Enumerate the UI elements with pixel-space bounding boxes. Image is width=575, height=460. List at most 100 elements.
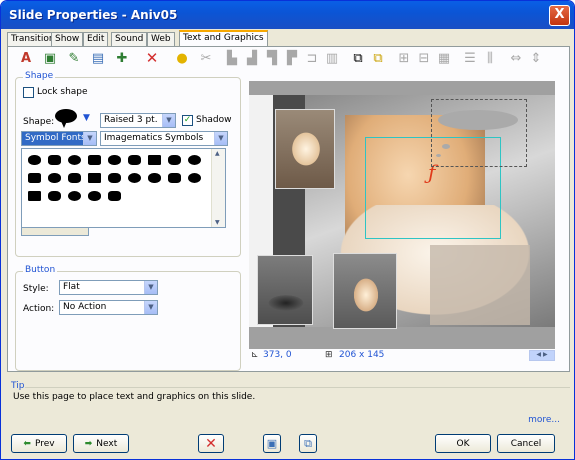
shape-option[interactable] [48,173,61,183]
scroll-down-icon[interactable]: ▼ [215,219,220,226]
shape-option[interactable] [188,173,201,183]
add-wand-icon[interactable]: ✎ [65,49,83,67]
shape-option[interactable] [188,155,201,165]
shape-label: Shape: [23,117,55,127]
close-button[interactable]: X [549,5,570,26]
shape-option[interactable] [108,173,121,183]
shape-option[interactable] [28,155,41,165]
group-icon[interactable]: ⊞ [395,49,413,67]
align-right-icon[interactable]: ▜ [263,49,281,67]
shape-picker[interactable]: ▼ [55,109,97,131]
ok-button[interactable]: OK [435,434,491,453]
delete-slide-button[interactable]: ✕ [198,434,224,453]
shape-option[interactable] [68,191,81,201]
add-frame-icon[interactable]: ▤ [89,49,107,67]
slide-preview-icon: ▣ [266,437,278,450]
align-top-icon[interactable]: ▛ [283,49,301,67]
flip-horizontal-icon[interactable]: ⇔ [507,49,525,67]
tip-legend: Tip [11,381,25,391]
border-style-select[interactable]: Raised 3 pt. ▼ [100,113,176,128]
shape-option[interactable] [68,155,81,165]
tab-edit[interactable]: Edit [83,32,109,46]
kitten-photo-bottom[interactable] [333,253,397,329]
align-bottom-icon[interactable]: ▥ [323,49,341,67]
lock-shape-label: Lock shape [37,87,88,97]
tip-text: Use this page to place text and graphics… [13,392,256,402]
shape-option[interactable] [108,191,121,201]
size-icon: ⊞ [325,350,333,360]
shape-option[interactable] [168,155,181,165]
add-image-icon[interactable]: ▣ [41,49,59,67]
add-text-icon[interactable]: A [17,49,35,67]
tab-show[interactable]: Show [51,32,84,46]
style-label: Style: [23,284,49,294]
graphics-toolbar: A ▣ ✎ ▤ ✚ ✕ ● ✂ ▙ ▟ ▜ ▛ ⊐ ▥ ⧉ ⧉ ⊞ ⊟ ▦ ☰ … [13,49,563,71]
cut-icon[interactable]: ✂ [197,49,215,67]
next-button[interactable]: ➡ Next [73,434,129,453]
delete-icon: ✕ [205,435,217,452]
shape-option[interactable] [48,191,61,201]
space-horizontal-icon[interactable]: ☰ [461,49,479,67]
arrow-left-icon: ⬅ [23,438,31,449]
align-middle-icon[interactable]: ⊐ [303,49,321,67]
lock-shape-checkbox[interactable] [23,87,34,98]
shape-option[interactable] [28,191,41,201]
highlight-icon[interactable]: ● [173,49,191,67]
shape-option[interactable] [88,191,101,201]
more-link[interactable]: more... [528,415,560,425]
tab-sound[interactable]: Sound [111,32,148,46]
cancel-button[interactable]: Cancel [497,434,555,453]
cat-photo-left[interactable] [257,255,313,325]
next-label: Next [96,438,118,449]
delete-icon[interactable]: ✕ [143,49,161,67]
shape-option[interactable] [68,173,81,183]
shape-gallery-resize-handle[interactable] [21,228,89,236]
tab-web[interactable]: Web [147,32,175,46]
button-style-value: Flat [63,282,80,292]
button-style-select[interactable]: Flat ▼ [59,280,158,295]
slide-settings-button[interactable]: ⧉ [299,434,317,453]
button-action-value: No Action [63,302,107,312]
shape-option[interactable] [128,173,141,183]
scroll-up-icon[interactable]: ▲ [215,150,220,157]
flip-vertical-icon[interactable]: ⇕ [527,49,545,67]
action-label: Action: [23,304,55,314]
canvas-scroll-buttons[interactable]: ◀ ▶ [529,350,555,361]
prev-button[interactable]: ⬅ Prev [11,434,67,453]
align-left-icon[interactable]: ▙ [223,49,241,67]
shape-option[interactable] [28,173,41,183]
shadow-checkbox[interactable]: ✓ [182,115,193,126]
shape-option[interactable] [148,155,161,165]
shape-option[interactable] [108,155,121,165]
chevron-down-icon: ▼ [144,281,157,294]
layer-icon[interactable]: ▦ [435,49,453,67]
font-category-select[interactable]: Symbol Fonts ▼ [21,131,97,146]
shape-option[interactable] [148,173,161,183]
slide-canvas[interactable]: ƒ [249,81,555,349]
ungroup-icon[interactable]: ⊟ [415,49,433,67]
shape-option[interactable] [48,155,61,165]
shadow-label: Shadow [196,115,232,125]
font-name-select[interactable]: Imagematics Symbols ▼ [100,131,228,146]
button-action-select[interactable]: No Action ▼ [59,300,158,315]
border-style-value: Raised 3 pt. [104,115,158,125]
button-group-legend: Button [23,265,58,275]
shape-gallery-scrollbar[interactable]: ▲ ▼ [211,149,225,227]
shape-option[interactable] [168,173,181,183]
kitten-thumbnail-photo[interactable] [275,109,335,189]
chevron-down-icon: ▼ [144,301,157,314]
tip-divider [25,387,570,388]
shape-gallery[interactable]: ▲ ▼ [21,148,226,228]
tab-text-and-graphics[interactable]: Text and Graphics [179,30,268,47]
send-back-icon[interactable]: ⧉ [369,49,387,67]
shape-option[interactable] [128,155,141,165]
shape-option[interactable] [88,173,101,183]
shape-option[interactable] [88,155,101,165]
align-center-icon[interactable]: ▟ [243,49,261,67]
font-category-value: Symbol Fonts [25,133,86,143]
add-object-icon[interactable]: ✚ [113,49,131,67]
preview-slide-button[interactable]: ▣ [263,434,281,453]
bring-front-icon[interactable]: ⧉ [349,49,367,67]
callout-shape-selection[interactable] [431,99,527,167]
space-vertical-icon[interactable]: ⫼ [481,49,499,67]
